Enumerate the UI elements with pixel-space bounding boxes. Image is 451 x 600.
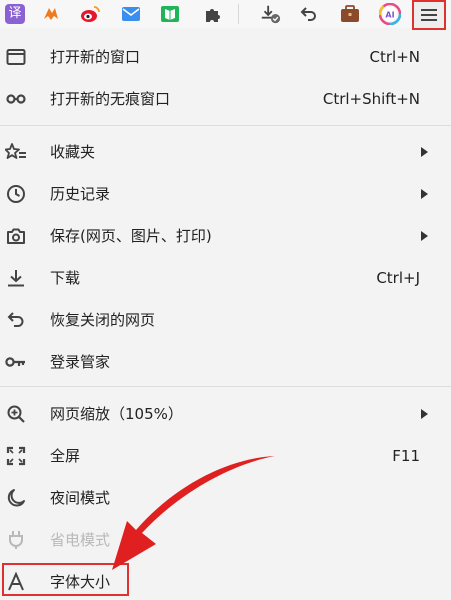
menu-item-history[interactable]: 历史记录 bbox=[0, 175, 451, 213]
menu-item-shortcut: Ctrl+Shift+N bbox=[322, 90, 420, 108]
menu-item-label: 下载 bbox=[50, 269, 81, 287]
menu-item-zoom[interactable]: 网页缩放（105%） bbox=[0, 395, 451, 433]
menu-item-favorites[interactable]: 收藏夹 bbox=[0, 133, 451, 171]
toolbar-separator bbox=[238, 4, 239, 24]
download-icon bbox=[5, 267, 27, 289]
menu-item-password-manager[interactable]: 登录管家 bbox=[0, 343, 451, 381]
briefcase-icon[interactable] bbox=[339, 3, 361, 25]
submenu-arrow-icon bbox=[421, 189, 428, 199]
hamburger-menu-icon bbox=[421, 9, 437, 21]
menu-item-downloads[interactable]: 下载 Ctrl+J bbox=[0, 259, 451, 297]
favorites-star-icon bbox=[5, 141, 27, 163]
history-clock-icon bbox=[5, 183, 27, 205]
key-icon bbox=[5, 351, 27, 373]
incognito-icon bbox=[5, 88, 27, 110]
browser-toolbar: 译 AI bbox=[0, 0, 451, 30]
moon-icon bbox=[5, 487, 27, 509]
zoom-icon bbox=[5, 403, 27, 425]
browser-menu-screenshot: 译 AI 打开新的窗口 Ctrl+N 打开新的无痕窗口 Ctrl+Shift+N… bbox=[0, 0, 451, 600]
submenu-arrow-icon bbox=[421, 231, 428, 241]
menu-item-save[interactable]: 保存(网页、图片、打印) bbox=[0, 217, 451, 255]
plug-icon bbox=[5, 529, 27, 551]
window-icon bbox=[5, 46, 27, 68]
main-menu-panel: 打开新的窗口 Ctrl+N 打开新的无痕窗口 Ctrl+Shift+N 收藏夹 … bbox=[0, 32, 451, 600]
menu-item-label: 打开新的无痕窗口 bbox=[50, 90, 171, 108]
menu-item-label: 网页缩放（105%） bbox=[50, 405, 183, 423]
weibo-icon[interactable] bbox=[79, 3, 101, 25]
menu-item-label: 收藏夹 bbox=[50, 143, 96, 161]
menu-item-power-saving: 省电模式 bbox=[0, 521, 451, 559]
download-icon[interactable] bbox=[259, 3, 281, 25]
undo-icon[interactable] bbox=[298, 3, 320, 25]
fullscreen-icon bbox=[5, 445, 27, 467]
submenu-arrow-icon bbox=[421, 409, 428, 419]
restore-icon bbox=[5, 309, 27, 331]
game-icon[interactable] bbox=[40, 3, 62, 25]
menu-divider bbox=[0, 125, 451, 126]
menu-divider bbox=[0, 386, 451, 387]
translate-icon[interactable]: 译 bbox=[4, 3, 26, 25]
menu-item-new-incognito-window[interactable]: 打开新的无痕窗口 Ctrl+Shift+N bbox=[0, 80, 451, 118]
menu-item-new-window[interactable]: 打开新的窗口 Ctrl+N bbox=[0, 38, 451, 76]
menu-item-shortcut: Ctrl+J bbox=[376, 269, 420, 287]
ai-icon[interactable]: AI bbox=[379, 3, 401, 25]
menu-item-label: 保存(网页、图片、打印) bbox=[50, 227, 212, 245]
translate-glyph: 译 bbox=[5, 4, 25, 24]
main-menu-button[interactable] bbox=[412, 0, 446, 30]
menu-item-label: 打开新的窗口 bbox=[50, 48, 141, 66]
menu-item-night-mode[interactable]: 夜间模式 bbox=[0, 479, 451, 517]
ai-badge-text: AI bbox=[385, 11, 394, 20]
menu-item-label: 省电模式 bbox=[50, 531, 111, 549]
menu-item-shortcut: F11 bbox=[392, 447, 420, 465]
mail-icon[interactable] bbox=[120, 3, 142, 25]
book-icon[interactable] bbox=[159, 3, 181, 25]
font-size-highlight-box bbox=[2, 563, 129, 596]
menu-item-label: 恢复关闭的网页 bbox=[50, 311, 156, 329]
menu-item-label: 登录管家 bbox=[50, 353, 111, 371]
menu-item-label: 夜间模式 bbox=[50, 489, 111, 507]
menu-item-label: 全屏 bbox=[50, 447, 81, 465]
menu-item-restore-closed[interactable]: 恢复关闭的网页 bbox=[0, 301, 451, 339]
puzzle-icon[interactable] bbox=[202, 3, 224, 25]
submenu-arrow-icon bbox=[421, 147, 428, 157]
camera-icon bbox=[5, 225, 27, 247]
menu-item-label: 历史记录 bbox=[50, 185, 111, 203]
menu-item-shortcut: Ctrl+N bbox=[369, 48, 420, 66]
menu-item-fullscreen[interactable]: 全屏 F11 bbox=[0, 437, 451, 475]
